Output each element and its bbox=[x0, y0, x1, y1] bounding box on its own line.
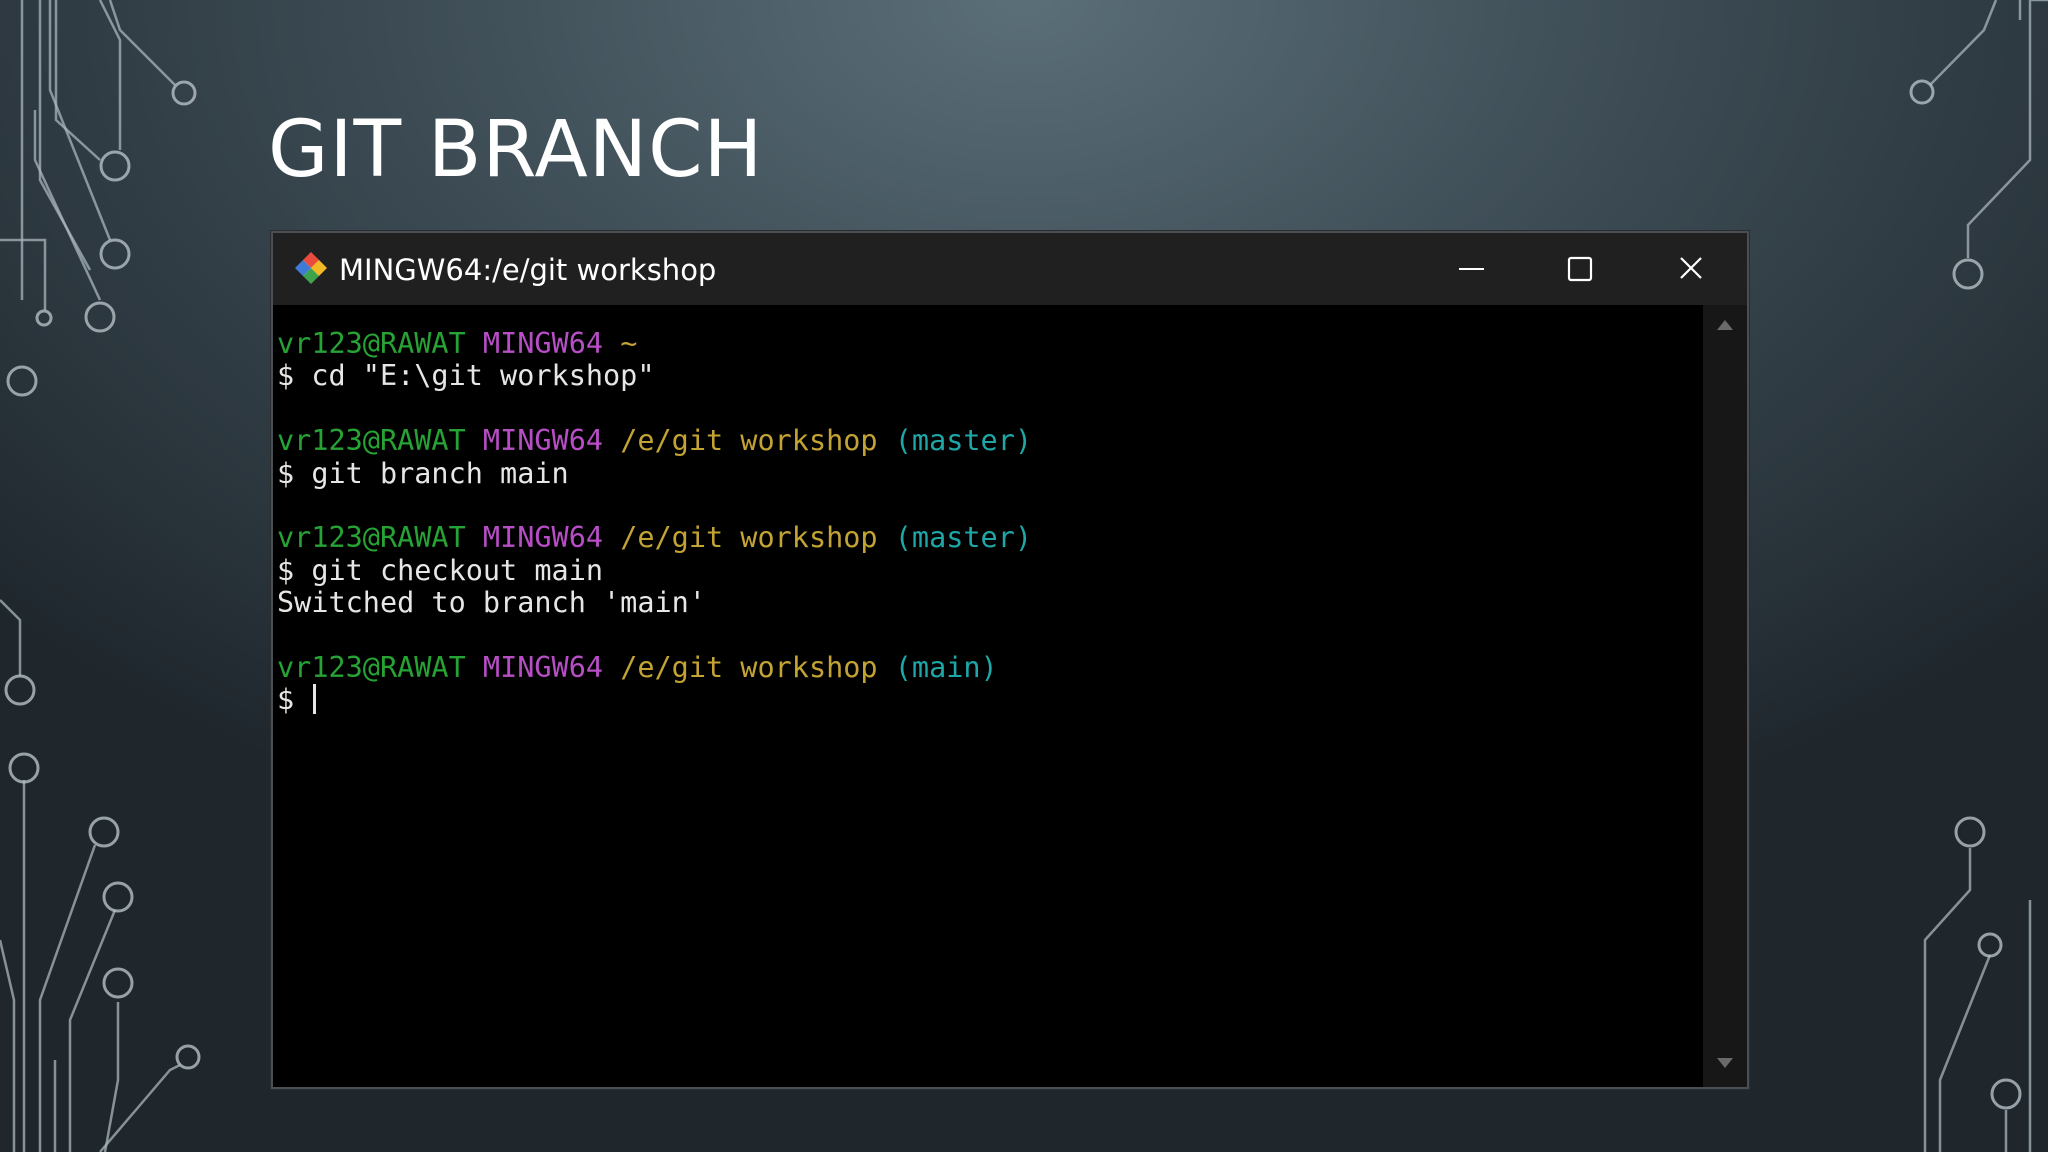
prompt-path: /e/git workshop bbox=[620, 650, 878, 684]
prompt-host: MINGW64 bbox=[482, 424, 604, 458]
terminal-window[interactable]: MINGW64:/e/git workshop vr123@RAWAT MING… bbox=[271, 231, 1749, 1089]
prompt-host: MINGW64 bbox=[482, 327, 604, 360]
window-title: MINGW64:/e/git workshop bbox=[339, 253, 717, 287]
prompt-user: vr123@RAWAT bbox=[277, 327, 466, 360]
terminal-output[interactable]: vr123@RAWAT MINGW64 ~ $ cd "E:\git works… bbox=[273, 305, 1703, 1087]
prompt-user: vr123@RAWAT bbox=[277, 650, 466, 684]
prompt-user: vr123@RAWAT bbox=[277, 424, 466, 458]
prompt-path: /e/git workshop bbox=[620, 424, 878, 458]
slide-title: GIT BRANCH bbox=[268, 105, 764, 195]
prompt-path: /e/git workshop bbox=[620, 521, 878, 555]
command-line: $ cd "E:\git workshop" bbox=[277, 359, 655, 393]
prompt-path: ~ bbox=[620, 327, 638, 360]
git-logo-icon bbox=[295, 252, 327, 284]
prompt-line: vr123@RAWAT MINGW64 /e/git workshop (mas… bbox=[273, 424, 1703, 458]
output-line: Switched to branch 'main' bbox=[277, 586, 706, 620]
command-line: $ git checkout main bbox=[277, 553, 604, 587]
input-line[interactable]: $ bbox=[273, 684, 1703, 716]
prompt-branch: (master) bbox=[894, 521, 1033, 555]
scroll-down-arrow-icon[interactable] bbox=[1715, 1055, 1735, 1071]
minimize-icon bbox=[1459, 268, 1484, 270]
text-cursor bbox=[313, 684, 317, 715]
prompt-line: vr123@RAWAT MINGW64 ~ bbox=[273, 327, 1703, 360]
close-button[interactable] bbox=[1637, 233, 1747, 305]
vertical-scrollbar[interactable] bbox=[1703, 305, 1747, 1087]
maximize-button[interactable] bbox=[1525, 233, 1637, 305]
prompt-branch: (main) bbox=[894, 650, 998, 684]
maximize-icon bbox=[1567, 256, 1593, 282]
input-prompt: $ bbox=[277, 683, 312, 717]
scroll-up-arrow-icon[interactable] bbox=[1715, 317, 1735, 333]
minimize-button[interactable] bbox=[1413, 233, 1525, 305]
command-line: $ git branch main bbox=[277, 456, 569, 490]
prompt-host: MINGW64 bbox=[482, 650, 604, 684]
close-icon bbox=[1680, 257, 1702, 279]
prompt-branch: (master) bbox=[894, 424, 1033, 458]
window-titlebar[interactable]: MINGW64:/e/git workshop bbox=[273, 233, 1747, 305]
prompt-line: vr123@RAWAT MINGW64 /e/git workshop (mas… bbox=[273, 522, 1703, 554]
prompt-line: vr123@RAWAT MINGW64 /e/git workshop (mai… bbox=[273, 650, 1703, 684]
prompt-host: MINGW64 bbox=[482, 521, 604, 555]
prompt-user: vr123@RAWAT bbox=[277, 521, 466, 555]
